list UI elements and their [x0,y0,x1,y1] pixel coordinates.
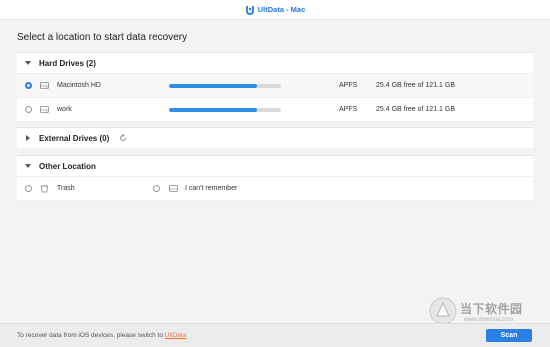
footer: To recover data from iOS devices, please… [0,323,550,347]
drive-filesystem: APFS [339,82,358,89]
external-drives-header[interactable]: External Drives (0) [17,128,533,148]
title-bar: UltData - Mac [0,0,550,20]
cant-remember-radio[interactable] [153,185,160,192]
scan-button[interactable]: Scan [486,329,532,342]
watermark-text: 当下软件园 [460,302,523,316]
drive-space: 25.4 GB free of 121.1 GB [376,82,455,89]
drive-usage-fill [169,83,258,88]
hard-drive-icon [40,82,49,89]
drive-name: work [57,106,72,113]
page-title: Select a location to start data recovery [17,32,188,43]
footer-note-text: To recover data from iOS devices, please… [17,332,165,339]
trash-label: Trash [57,185,75,192]
trash-icon [41,185,48,193]
watermark-logo-icon [429,297,457,325]
hard-drives-label: Hard Drives (2) [39,58,96,68]
hard-drive-icon [169,185,178,192]
ultdata-link[interactable]: UltData [165,332,187,339]
drive-usage-bar [169,83,281,88]
drive-radio-macintosh-hd[interactable] [25,82,32,89]
drive-usage-bar [169,107,281,112]
external-drives-label: External Drives (0) [39,133,110,143]
window-title-text: UltData - Mac [257,5,306,14]
hard-drives-header[interactable]: Hard Drives (2) [17,53,533,74]
drive-usage-fill [169,107,258,112]
refresh-icon[interactable] [119,134,127,142]
hard-drive-icon [40,106,49,113]
other-location-header[interactable]: Other Location [17,156,533,177]
triangle-right-icon [21,135,35,141]
cant-remember-label: I can't remember [185,185,238,192]
hard-drives-panel: Hard Drives (2) Macintosh HD APFS 25.4 G… [17,52,533,122]
other-location-label: Other Location [39,161,96,171]
external-drives-panel: External Drives (0) [17,127,533,148]
footer-note: To recover data from iOS devices, please… [17,332,186,339]
ultdata-logo-icon [245,5,254,15]
drive-space: 25.4 GB free of 121.1 GB [376,106,455,113]
drive-filesystem: APFS [339,106,358,113]
other-location-panel: Other Location Trash I can't remember [17,155,533,201]
window-title: UltData - Mac [245,5,306,15]
drive-name: Macintosh HD [57,82,101,89]
triangle-down-icon [21,60,35,66]
drive-row-macintosh-hd[interactable]: Macintosh HD APFS 25.4 GB free of 121.1 … [17,74,533,98]
trash-radio[interactable] [25,185,32,192]
triangle-down-icon [21,163,35,169]
drive-radio-work[interactable] [25,106,32,113]
drive-row-work[interactable]: work APFS 25.4 GB free of 121.1 GB [17,98,533,122]
other-location-row: Trash I can't remember [17,177,533,201]
